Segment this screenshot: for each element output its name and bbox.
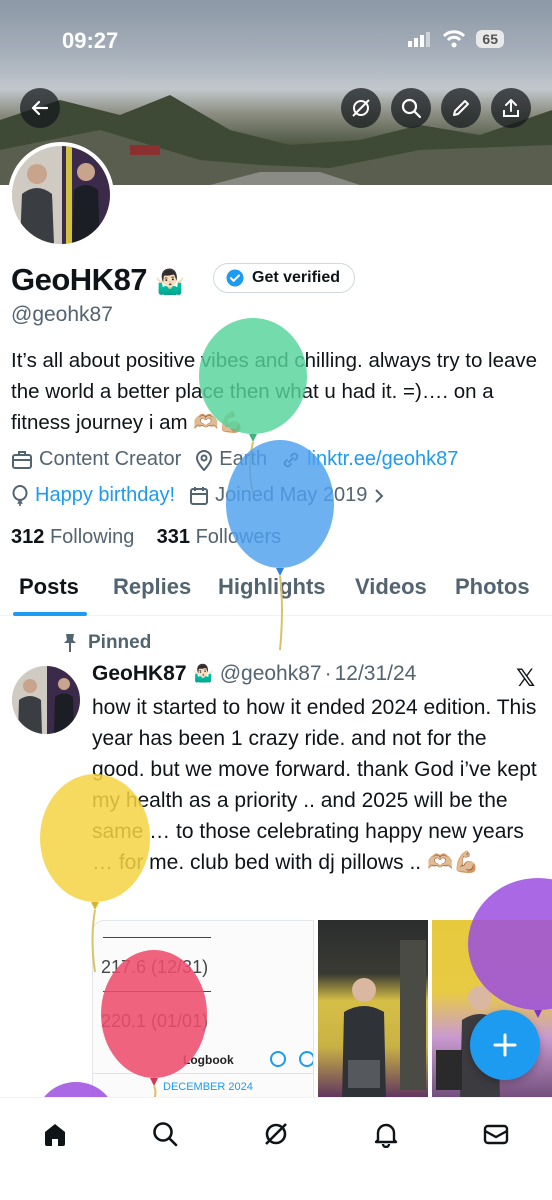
nav-grok[interactable] xyxy=(254,1112,298,1156)
profile-bio: It’s all about positive vibes and chilli… xyxy=(11,349,538,434)
divider xyxy=(93,1073,313,1074)
gear-icon xyxy=(299,1051,313,1067)
post-author-name[interactable]: GeoHK87 xyxy=(92,662,187,686)
logbook-title: Logbook xyxy=(183,1053,234,1067)
profile-meta-row-1: Content Creator Earth linktr.ee/geohk87 xyxy=(11,448,472,471)
search-icon xyxy=(401,98,422,119)
back-button[interactable] xyxy=(20,88,60,128)
bottom-nav xyxy=(0,1097,552,1200)
x-logo-icon: 𝕏 xyxy=(516,665,536,692)
status-time: 09:27 xyxy=(62,28,119,53)
grok-button[interactable] xyxy=(341,88,381,128)
post-author-avatar[interactable] xyxy=(12,666,80,734)
tab-highlights[interactable]: Highlights xyxy=(218,574,326,600)
arrow-left-icon xyxy=(31,100,49,116)
get-verified-button[interactable]: Get verified xyxy=(213,263,356,293)
avatar-photo xyxy=(12,146,110,244)
pinned-indicator: Pinned xyxy=(62,632,151,654)
tab-videos[interactable]: Videos xyxy=(355,574,427,600)
list-icon xyxy=(270,1051,286,1067)
status-indicators: 65 xyxy=(408,30,504,48)
share-button[interactable] xyxy=(491,88,531,128)
divider xyxy=(103,991,211,992)
profile-meta-row-2: Happy birthday! Joined May 2019 xyxy=(11,484,399,507)
gym-photo-before xyxy=(342,940,426,1100)
wifi-icon xyxy=(443,30,466,48)
nav-search[interactable] xyxy=(143,1112,187,1156)
profile-birthday[interactable]: Happy birthday! xyxy=(11,484,175,507)
location-pin-icon xyxy=(196,449,213,471)
profile-link[interactable]: linktr.ee/geohk87 xyxy=(281,448,458,471)
post-text: how it started to how it ended 2024 edit… xyxy=(92,696,537,874)
tab-photos[interactable]: Photos xyxy=(455,574,530,600)
signal-icon xyxy=(408,32,431,47)
divider xyxy=(103,937,211,938)
calendar-icon xyxy=(190,486,209,505)
media-gym-photo-1[interactable] xyxy=(318,920,428,1100)
briefcase-icon xyxy=(12,450,32,469)
post-author-handle[interactable]: @geohk87 xyxy=(220,662,322,686)
post-avatar-photo xyxy=(12,666,80,734)
grok-icon xyxy=(352,99,370,117)
weight-entry-2: 220.1 (01/01) xyxy=(101,1011,209,1031)
weight-entry-1: 217.6 (12/31) xyxy=(101,957,209,977)
active-tab-indicator xyxy=(13,612,87,616)
profile-category: Content Creator xyxy=(11,448,181,471)
pin-icon xyxy=(64,634,76,652)
media-logbook-screenshot[interactable]: 217.6 (12/31) 220.1 (01/01) Logbook DECE… xyxy=(92,920,314,1100)
bell-icon xyxy=(374,1123,398,1148)
post-separator: · xyxy=(324,662,332,685)
nav-home[interactable] xyxy=(33,1112,77,1156)
get-verified-label: Get verified xyxy=(252,269,341,286)
profile-joined: Joined May 2019 xyxy=(189,484,385,507)
profile-handle: @geohk87 xyxy=(11,303,113,326)
envelope-icon xyxy=(483,1124,509,1145)
chevron-right-icon xyxy=(375,488,384,503)
following-link[interactable]: 312 Following xyxy=(11,526,134,548)
search-button[interactable] xyxy=(391,88,431,128)
profile-name: GeoHK87 🤷🏻‍♂️ xyxy=(11,262,185,297)
link-icon xyxy=(283,452,299,467)
logbook-month: DECEMBER 2024 xyxy=(163,1081,253,1093)
compose-button[interactable] xyxy=(470,1010,540,1080)
profile-location: Earth xyxy=(195,448,267,471)
followers-link[interactable]: 331 Followers xyxy=(157,526,282,548)
share-icon xyxy=(503,99,519,117)
verified-badge-icon xyxy=(226,269,244,287)
profile-tabs: Posts Replies Highlights Videos Photos xyxy=(0,568,552,616)
follow-counts: 312 Following 331 Followers xyxy=(11,526,281,549)
post-date[interactable]: 12/31/24 xyxy=(335,662,417,686)
pencil-icon xyxy=(453,100,469,116)
nav-messages[interactable] xyxy=(474,1112,518,1156)
plus-icon xyxy=(493,1033,517,1057)
home-icon xyxy=(45,1124,65,1146)
battery-level: 65 xyxy=(476,30,504,48)
balloon-icon xyxy=(12,484,28,506)
post-author-emoji: 🤷🏻‍♂️ xyxy=(192,664,214,683)
edit-button[interactable] xyxy=(441,88,481,128)
profile-avatar[interactable] xyxy=(8,142,114,248)
tab-replies[interactable]: Replies xyxy=(113,574,191,600)
grok-icon xyxy=(265,1123,287,1145)
nav-notifications[interactable] xyxy=(364,1112,408,1156)
tab-posts[interactable]: Posts xyxy=(19,574,79,600)
shrug-emoji: 🤷🏻‍♂️ xyxy=(155,269,185,296)
post-header: GeoHK87 🤷🏻‍♂️ @geohk87 · 12/31/24 xyxy=(92,662,416,686)
search-icon xyxy=(153,1122,178,1147)
